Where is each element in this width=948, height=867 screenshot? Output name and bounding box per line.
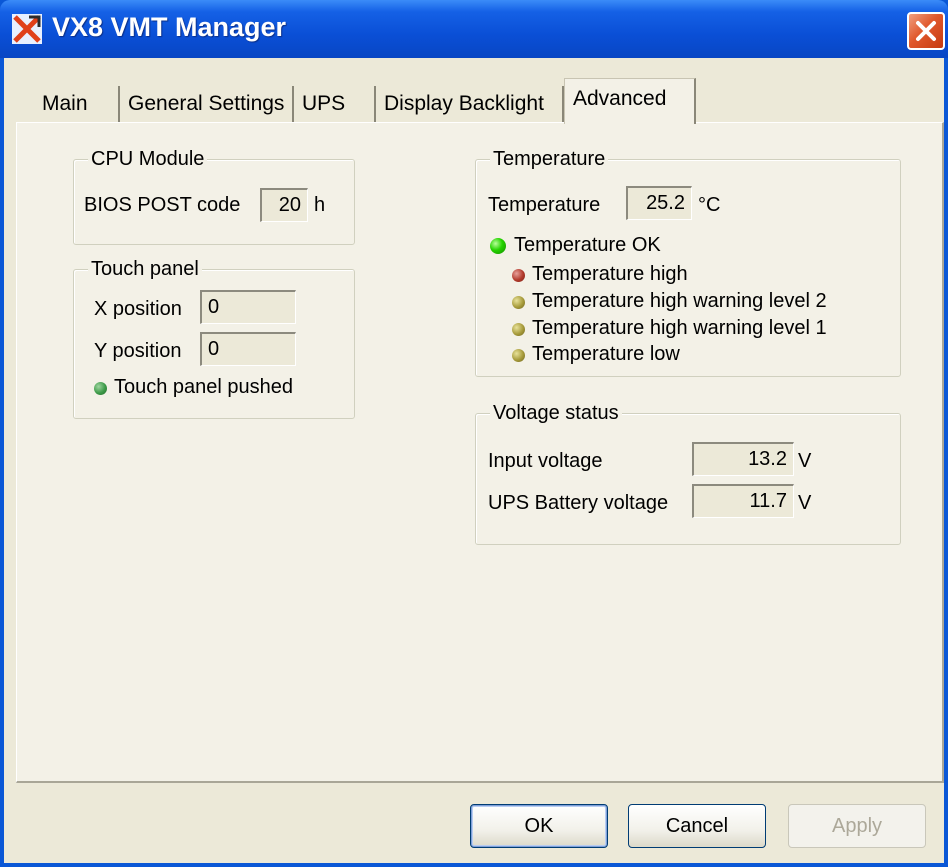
- title-bar[interactable]: VX8 VMT Manager: [0, 0, 948, 58]
- temperature-unit: °C: [698, 194, 721, 216]
- tab-display-backlight-label: Display Backlight: [384, 92, 544, 115]
- x-position-field: 0: [200, 290, 296, 324]
- ups-battery-voltage-label: UPS Battery voltage: [488, 492, 669, 514]
- y-position-label: Y position: [94, 340, 182, 362]
- input-voltage-field: 13.2: [692, 442, 794, 476]
- cpu-module-group: CPU Module BIOS POST code 20 h: [73, 148, 355, 245]
- touch-panel-pushed-led-icon: [94, 382, 107, 395]
- close-icon: [916, 21, 936, 41]
- window-title: VX8 VMT Manager: [52, 12, 287, 42]
- cancel-button[interactable]: Cancel: [628, 804, 766, 848]
- touch-panel-group-label: Touch panel: [88, 258, 202, 281]
- temperature-field: 25.2: [626, 186, 692, 220]
- touch-panel-pushed-label: Touch panel pushed: [114, 376, 294, 398]
- app-icon: [12, 14, 42, 44]
- cpu-module-group-label: CPU Module: [88, 148, 208, 171]
- temperature-high-label: Temperature high: [532, 263, 688, 285]
- x-position-label: X position: [94, 298, 182, 320]
- ups-battery-voltage-field: 11.7: [692, 484, 794, 518]
- tab-advanced[interactable]: Advanced: [564, 78, 696, 124]
- temperature-warning-2-led-icon: [512, 296, 525, 309]
- temperature-label: Temperature: [488, 194, 601, 216]
- temperature-warning-2-label: Temperature high warning level 2: [532, 290, 827, 312]
- temperature-warning-1-led-icon: [512, 323, 525, 336]
- temperature-warning-1-label: Temperature high warning level 1: [532, 317, 827, 339]
- dialog-window: VX8 VMT Manager Main General Settings UP…: [0, 0, 948, 867]
- dialog-client: Main General Settings UPS Display Backli…: [4, 58, 944, 863]
- input-voltage-unit: V: [798, 450, 812, 472]
- temperature-high-led-icon: [512, 269, 525, 282]
- bios-post-code-unit: h: [314, 194, 326, 216]
- tab-general-settings-label: General Settings: [128, 92, 285, 115]
- voltage-status-group-label: Voltage status: [490, 402, 622, 425]
- temperature-ok-label: Temperature OK: [514, 234, 661, 256]
- tab-ups-label: UPS: [302, 92, 346, 115]
- tab-main[interactable]: Main: [34, 86, 120, 122]
- temperature-low-led-icon: [512, 349, 525, 362]
- voltage-status-group: Voltage status Input voltage 13.2 V UPS …: [475, 402, 901, 545]
- ups-battery-voltage-unit: V: [798, 492, 812, 514]
- tab-advanced-label: Advanced: [573, 87, 667, 110]
- temperature-ok-led-icon: [490, 238, 506, 254]
- input-voltage-label: Input voltage: [488, 450, 603, 472]
- bios-post-code-label: BIOS POST code: [84, 194, 241, 216]
- advanced-tab-page: CPU Module BIOS POST code 20 h Touch pan…: [16, 122, 944, 783]
- ok-button[interactable]: OK: [470, 804, 608, 848]
- tab-main-label: Main: [42, 92, 88, 115]
- y-position-field: 0: [200, 332, 296, 366]
- tab-display-backlight[interactable]: Display Backlight: [376, 86, 564, 122]
- temperature-group-label: Temperature: [490, 148, 609, 171]
- tab-ups[interactable]: UPS: [294, 86, 376, 122]
- temperature-low-label: Temperature low: [532, 343, 680, 365]
- bios-post-code-field: 20: [260, 188, 308, 222]
- tab-general-settings[interactable]: General Settings: [120, 86, 294, 122]
- temperature-group: Temperature Temperature 25.2 °C Temperat…: [475, 148, 901, 377]
- touch-panel-group: Touch panel X position 0 Y position 0 To…: [73, 258, 355, 419]
- close-button[interactable]: [907, 12, 945, 50]
- apply-button[interactable]: Apply: [788, 804, 926, 848]
